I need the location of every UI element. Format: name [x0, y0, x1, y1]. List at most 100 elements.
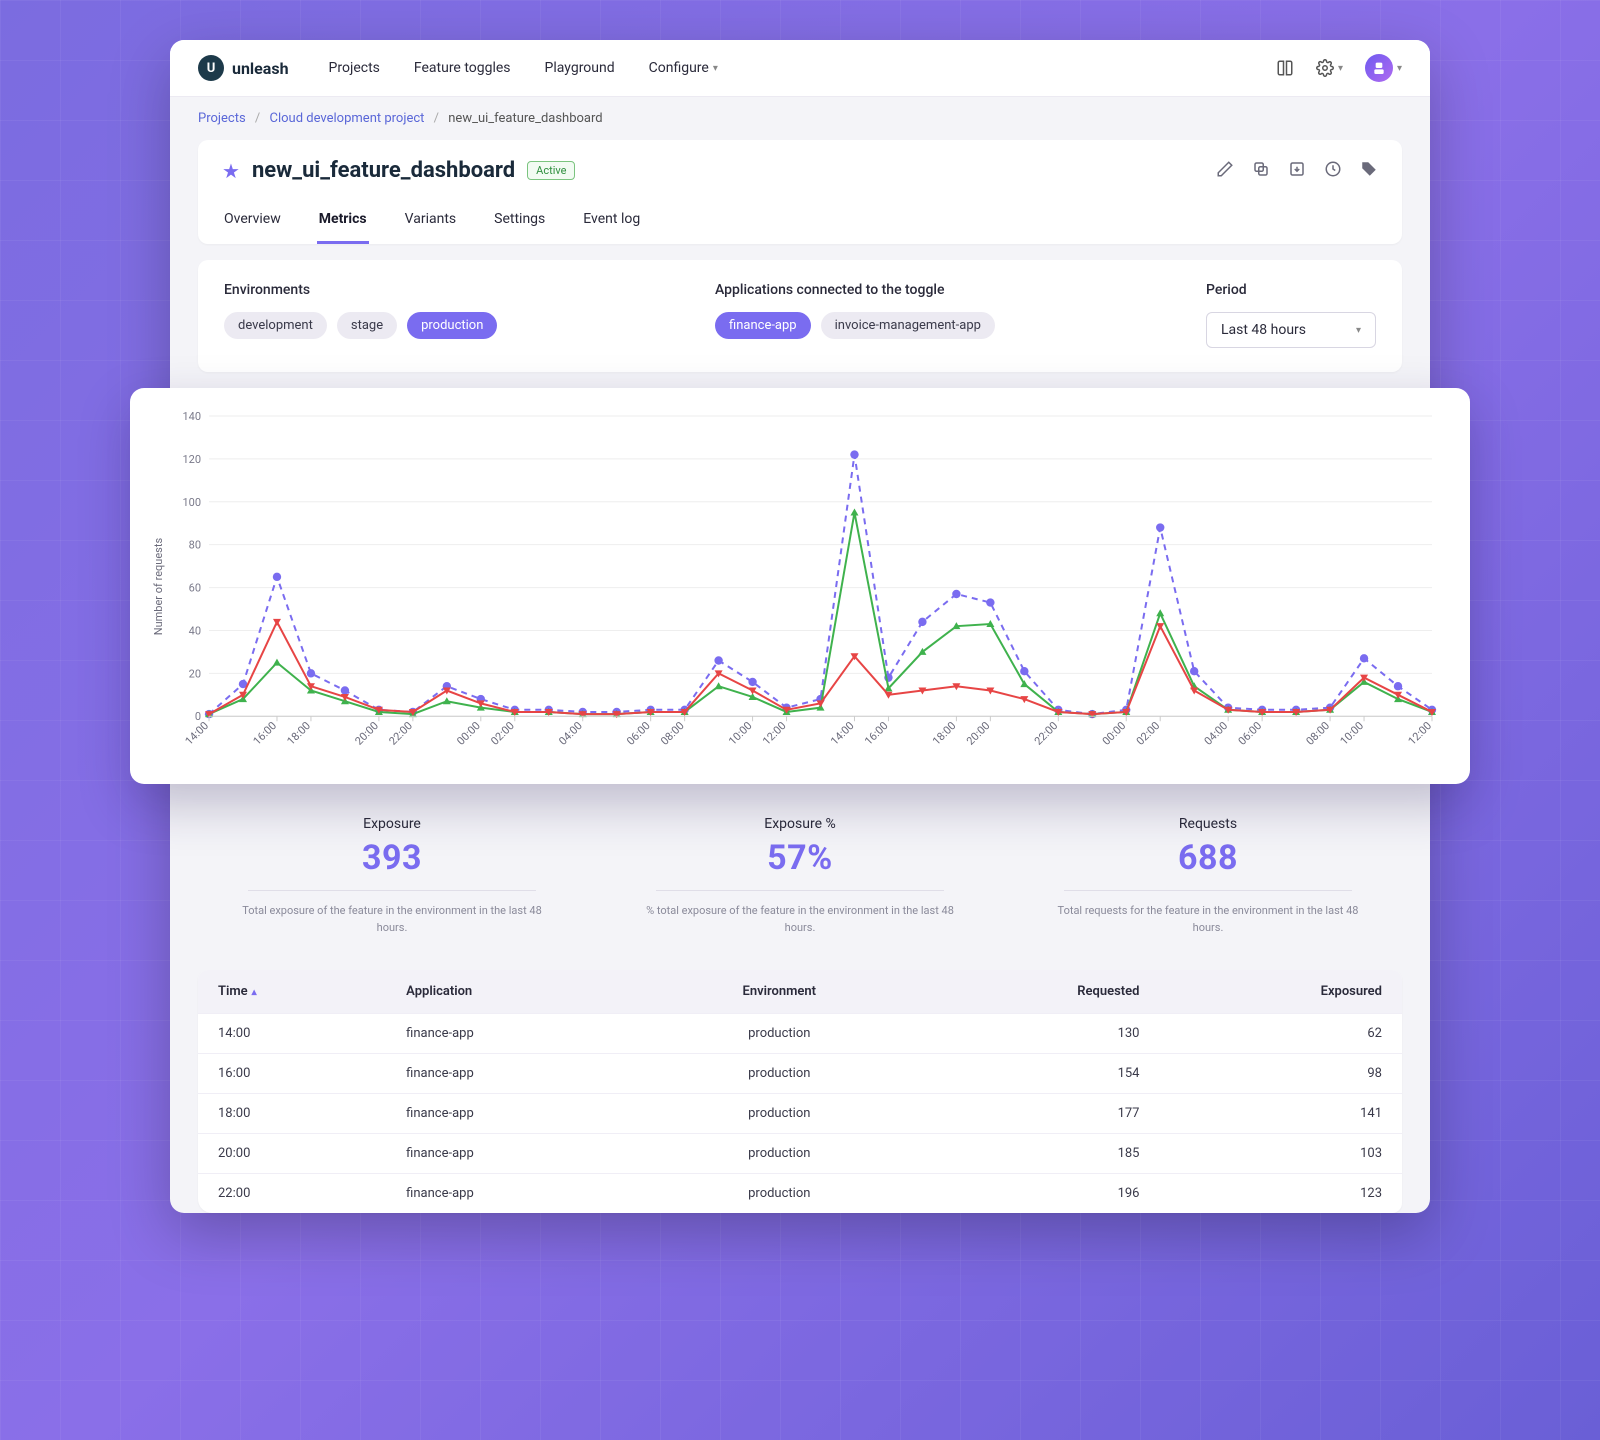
cell-app: finance-app [386, 1014, 643, 1054]
table-row: 18:00finance-appproduction177141 [198, 1094, 1402, 1134]
tab-event-log[interactable]: Event log [581, 201, 642, 244]
svg-text:40: 40 [189, 624, 201, 637]
top-nav: U unleash Projects Feature toggles Playg… [170, 40, 1430, 97]
chevron-down-icon: ▾ [713, 63, 718, 74]
svg-text:18:00: 18:00 [930, 719, 959, 748]
svg-text:10:00: 10:00 [1338, 719, 1367, 748]
tab-settings[interactable]: Settings [492, 201, 547, 244]
feature-header-card: ★ new_ui_feature_dashboard Active Overvi… [198, 140, 1402, 244]
svg-text:120: 120 [182, 453, 201, 466]
applications-chips: finance-app invoice-management-app [715, 312, 1166, 339]
settings-icon[interactable]: ▾ [1316, 59, 1343, 77]
filter-period: Period Last 48 hours ▾ [1206, 282, 1376, 348]
app-window: U unleash Projects Feature toggles Playg… [170, 40, 1430, 1213]
col-requested[interactable]: Requested [915, 970, 1159, 1014]
cell-exposured: 141 [1159, 1094, 1402, 1134]
metrics-table: Time▴ Application Environment Requested … [198, 970, 1402, 1213]
svg-text:00:00: 00:00 [454, 719, 483, 748]
svg-text:04:00: 04:00 [1202, 719, 1231, 748]
svg-text:02:00: 02:00 [1134, 719, 1163, 748]
cell-exposured: 98 [1159, 1054, 1402, 1094]
stat-requests-title: Requests [1034, 816, 1382, 832]
nav-right: ▾ ▾ [1276, 54, 1402, 82]
cell-env: production [644, 1014, 916, 1054]
cell-requested: 196 [915, 1174, 1159, 1214]
cell-app: finance-app [386, 1174, 643, 1214]
copy-icon[interactable] [1252, 160, 1270, 182]
col-environment[interactable]: Environment [644, 970, 916, 1014]
docs-icon[interactable] [1276, 59, 1294, 77]
avatar-icon [1365, 54, 1393, 82]
svg-text:20: 20 [189, 667, 201, 680]
filter-environments: Environments development stage productio… [224, 282, 675, 348]
tab-overview[interactable]: Overview [222, 201, 283, 244]
status-badge: Active [527, 161, 575, 180]
chip-production[interactable]: production [407, 312, 497, 339]
tab-metrics[interactable]: Metrics [317, 201, 369, 244]
nav-playground[interactable]: Playground [545, 60, 615, 76]
tab-variants[interactable]: Variants [403, 201, 459, 244]
chip-invoice-app[interactable]: invoice-management-app [821, 312, 995, 339]
period-select[interactable]: Last 48 hours ▾ [1206, 312, 1376, 348]
stat-requests: Requests 688 Total requests for the feat… [1014, 810, 1402, 950]
stat-exposure-pct: Exposure % 57% % total exposure of the f… [606, 810, 994, 950]
cell-app: finance-app [386, 1134, 643, 1174]
environments-label: Environments [224, 282, 675, 298]
col-time[interactable]: Time▴ [198, 970, 386, 1014]
chevron-down-icon: ▾ [1397, 63, 1402, 74]
edit-icon[interactable] [1216, 160, 1234, 182]
metrics-chart-card: Number of requests 02040608010012014014:… [130, 388, 1470, 784]
cell-exposured: 103 [1159, 1134, 1402, 1174]
svg-text:06:00: 06:00 [624, 719, 653, 748]
feature-tabs: Overview Metrics Variants Settings Event… [222, 201, 1378, 244]
breadcrumb-sep: / [434, 111, 439, 126]
stat-exposure-pct-title: Exposure % [626, 816, 974, 832]
svg-text:08:00: 08:00 [1304, 719, 1333, 748]
stat-exposure-title: Exposure [218, 816, 566, 832]
user-menu[interactable]: ▾ [1365, 54, 1402, 82]
star-icon[interactable]: ★ [222, 159, 240, 183]
svg-text:04:00: 04:00 [556, 719, 585, 748]
col-exposured[interactable]: Exposured [1159, 970, 1402, 1014]
brand-logo[interactable]: U unleash [198, 55, 289, 81]
stats-row: Exposure 393 Total exposure of the featu… [198, 810, 1402, 950]
stat-exposure-desc: Total exposure of the feature in the env… [218, 903, 566, 936]
archive-icon[interactable] [1288, 160, 1306, 182]
table-row: 22:00finance-appproduction196123 [198, 1174, 1402, 1214]
cell-env: production [644, 1174, 916, 1214]
nav-configure[interactable]: Configure ▾ [649, 60, 718, 76]
svg-text:140: 140 [182, 410, 201, 423]
nav-projects[interactable]: Projects [329, 60, 380, 76]
filter-applications: Applications connected to the toggle fin… [715, 282, 1166, 348]
nav-feature-toggles[interactable]: Feature toggles [414, 60, 511, 76]
chip-development[interactable]: development [224, 312, 327, 339]
svg-text:02:00: 02:00 [488, 719, 517, 748]
nav-links: Projects Feature toggles Playground Conf… [329, 60, 718, 76]
nav-configure-label: Configure [649, 60, 709, 76]
breadcrumb-project[interactable]: Cloud development project [270, 111, 425, 126]
breadcrumb-projects[interactable]: Projects [198, 111, 246, 126]
cell-exposured: 62 [1159, 1014, 1402, 1054]
cell-requested: 185 [915, 1134, 1159, 1174]
brand-name: unleash [232, 59, 289, 78]
chip-finance-app[interactable]: finance-app [715, 312, 811, 339]
tag-icon[interactable] [1360, 160, 1378, 182]
cell-requested: 177 [915, 1094, 1159, 1134]
table-header-row: Time▴ Application Environment Requested … [198, 970, 1402, 1014]
col-application[interactable]: Application [386, 970, 643, 1014]
feature-title: new_ui_feature_dashboard [252, 158, 515, 183]
sort-asc-icon: ▴ [252, 987, 257, 998]
svg-text:20:00: 20:00 [964, 719, 993, 748]
chevron-down-icon: ▾ [1338, 63, 1343, 74]
svg-text:80: 80 [189, 539, 201, 552]
stat-exposure-value: 393 [218, 838, 566, 878]
chip-stage[interactable]: stage [337, 312, 397, 339]
svg-text:22:00: 22:00 [386, 719, 415, 748]
history-icon[interactable] [1324, 160, 1342, 182]
cell-time: 16:00 [198, 1054, 386, 1094]
stat-requests-value: 688 [1034, 838, 1382, 878]
svg-text:22:00: 22:00 [1032, 719, 1061, 748]
cell-env: production [644, 1094, 916, 1134]
stat-divider [1064, 890, 1352, 891]
metrics-table-card: Time▴ Application Environment Requested … [198, 970, 1402, 1213]
